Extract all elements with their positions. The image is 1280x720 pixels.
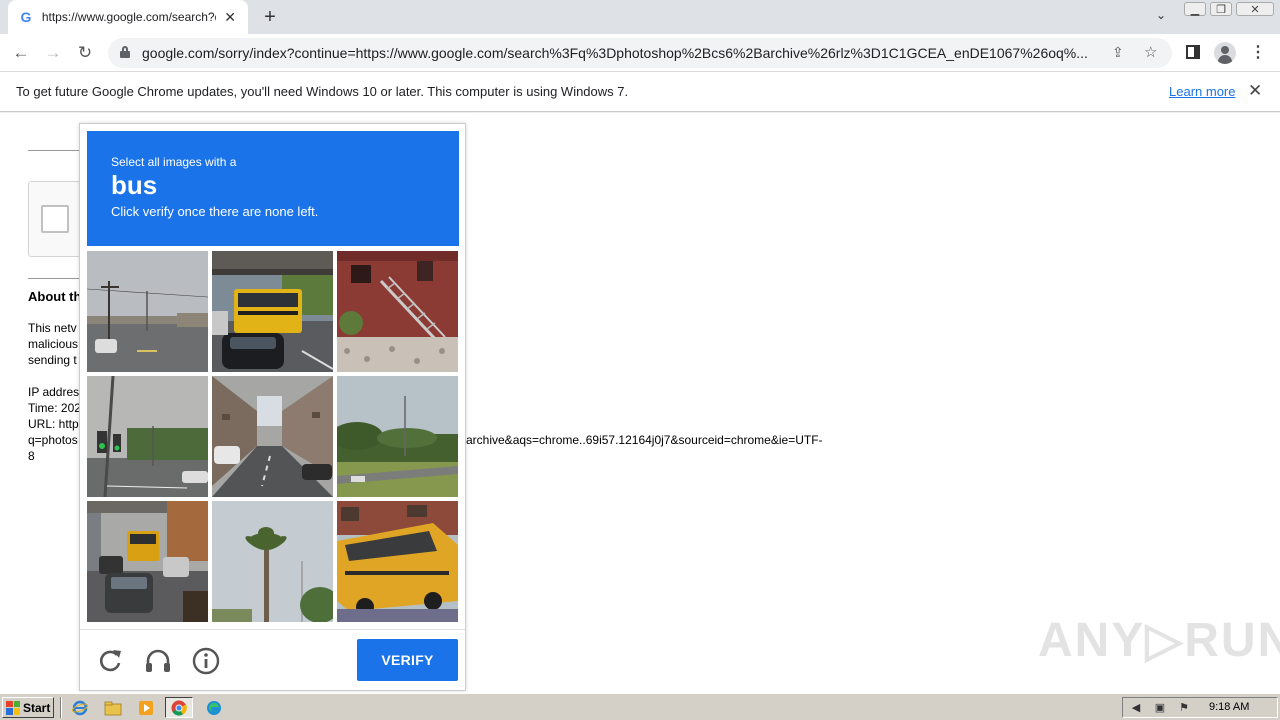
footer-divider <box>80 629 465 630</box>
forward-arrow-icon[interactable]: → <box>40 40 66 66</box>
about-heading: About th <box>28 289 82 304</box>
image-tile-red-building-stairs[interactable] <box>337 251 458 372</box>
browser-tab[interactable]: G https://www.google.com/search?q= ✕ <box>8 0 248 34</box>
image-tile-city-street-cars[interactable] <box>212 376 333 497</box>
image-tile-traffic-light-intersection[interactable] <box>87 376 208 497</box>
bookmark-star-icon[interactable]: ☆ <box>1144 43 1157 61</box>
system-tray: ◀ ▣ ⚑ 9:18 AM <box>1122 697 1278 718</box>
image-grid <box>87 251 459 623</box>
action-center-flag-icon[interactable]: ⚑ <box>1177 701 1191 715</box>
tab-strip: G https://www.google.com/search?q= ✕ + ⌄… <box>0 0 1280 34</box>
reload-challenge-icon[interactable] <box>95 646 125 676</box>
taskbar-separator <box>60 697 62 718</box>
audio-challenge-headphones-icon[interactable] <box>143 646 173 676</box>
target-object: bus <box>111 170 158 200</box>
new-tab-button[interactable]: + <box>258 6 282 28</box>
verify-button[interactable]: VERIFY <box>357 639 458 681</box>
image-tile-street-poles[interactable] <box>87 251 208 372</box>
windows-flag-icon <box>6 700 20 715</box>
recaptcha-challenge: Select all images with a bus Click verif… <box>79 123 466 691</box>
info-icon[interactable] <box>191 646 221 676</box>
instruction-subtext: Click verify once there are none left. <box>111 203 319 219</box>
taskbar-clock[interactable]: 9:18 AM <box>1209 701 1249 713</box>
image-tile-bus-under-bridge[interactable] <box>212 251 333 372</box>
media-player-icon[interactable] <box>132 697 160 718</box>
url-line: URL: http <box>28 417 79 431</box>
side-panel-icon[interactable] <box>1186 45 1200 59</box>
start-label: Start <box>23 700 51 715</box>
network-icon[interactable]: ▣ <box>1153 701 1167 715</box>
image-tile-palm-tree[interactable] <box>212 501 333 622</box>
window-close-button[interactable]: ✕ <box>1236 2 1274 16</box>
volume-icon[interactable]: ◀ <box>1129 701 1143 715</box>
chrome-menu-icon[interactable]: ⋮ <box>1250 42 1266 62</box>
infobar-close-icon[interactable]: ✕ <box>1248 81 1262 101</box>
learn-more-link[interactable]: Learn more <box>1169 84 1235 99</box>
windows-taskbar: Start ◀ ▣ ⚑ 9:18 AM <box>0 693 1280 720</box>
instruction-text: Select all images with a <box>111 155 237 169</box>
about-text-line: malicious <box>28 337 79 351</box>
address-bar[interactable]: google.com/sorry/index?continue=https://… <box>108 38 1172 68</box>
reload-icon[interactable]: ↻ <box>72 40 98 66</box>
image-tile-green-field-road[interactable] <box>337 376 458 497</box>
challenge-header: Select all images with a bus Click verif… <box>87 131 459 246</box>
query-line: q=photos <box>28 433 78 447</box>
back-arrow-icon[interactable]: ← <box>8 40 34 66</box>
file-explorer-folder-icon[interactable] <box>99 697 127 718</box>
tab-search-chevron-icon[interactable]: ⌄ <box>1152 8 1170 22</box>
anyrun-watermark: ANY▷RUN <box>1038 614 1280 667</box>
google-favicon-icon: G <box>20 9 32 25</box>
start-button[interactable]: Start <box>2 697 54 718</box>
edge-browser-icon[interactable] <box>200 697 228 718</box>
image-tile-school-bus-parked[interactable] <box>337 501 458 622</box>
ip-address-line: IP addres <box>28 385 80 399</box>
share-icon[interactable]: ⇪ <box>1112 44 1124 61</box>
infobar-message: To get future Google Chrome updates, you… <box>16 84 629 99</box>
profile-avatar-icon[interactable] <box>1214 42 1236 64</box>
tab-close-icon[interactable]: ✕ <box>222 9 238 26</box>
internet-explorer-icon[interactable] <box>66 697 94 718</box>
image-tile-bus-in-traffic[interactable] <box>87 501 208 622</box>
address-url: google.com/sorry/index?continue=https://… <box>142 45 1088 61</box>
query-line-end: 8 <box>28 449 35 463</box>
browser-toolbar: ← → ↻ google.com/sorry/index?continue=ht… <box>0 34 1280 72</box>
chrome-taskbar-icon[interactable] <box>165 697 193 718</box>
maximize-button[interactable]: ❐ <box>1210 2 1232 16</box>
lock-icon[interactable] <box>120 46 130 58</box>
recaptcha-checkbox[interactable] <box>41 205 69 233</box>
tab-title: https://www.google.com/search?q= <box>41 10 217 24</box>
url-tail-text: archive&aqs=chrome..69i57.12164j0j7&sour… <box>466 433 823 447</box>
about-text-line: sending t <box>28 353 77 367</box>
time-line: Time: 202 <box>28 401 81 415</box>
update-infobar: To get future Google Chrome updates, you… <box>0 72 1280 112</box>
about-text-line: This netv <box>28 321 77 335</box>
minimize-button[interactable]: ▁ <box>1184 2 1206 16</box>
